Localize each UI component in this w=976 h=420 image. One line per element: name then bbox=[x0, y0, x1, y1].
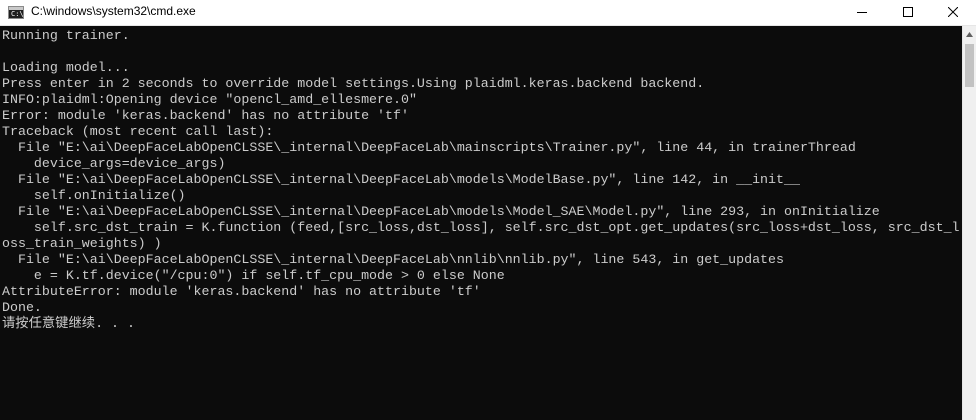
scroll-up-arrow-icon bbox=[966, 32, 973, 37]
close-button[interactable] bbox=[930, 0, 976, 25]
window-title: C:\windows\system32\cmd.exe bbox=[31, 4, 196, 18]
console-line: oss_train_weights) ) bbox=[2, 236, 162, 251]
scroll-thumb[interactable] bbox=[965, 44, 974, 87]
console-line: AttributeError: module 'keras.backend' h… bbox=[2, 284, 481, 299]
minimize-button[interactable] bbox=[839, 0, 885, 25]
console-line: device_args=device_args) bbox=[2, 156, 226, 171]
console-line: Running trainer. bbox=[2, 28, 130, 43]
console-line: e = K.tf.device("/cpu:0") if self.tf_cpu… bbox=[2, 268, 505, 283]
console-line: File "E:\ai\DeepFaceLabOpenCLSSE\_intern… bbox=[2, 252, 784, 267]
console-line: Done. bbox=[2, 300, 42, 315]
console-line: Loading model... bbox=[2, 60, 130, 75]
console-line: INFO:plaidml:Opening device "opencl_amd_… bbox=[2, 92, 417, 107]
close-icon bbox=[948, 7, 958, 17]
console-line: File "E:\ai\DeepFaceLabOpenCLSSE\_intern… bbox=[2, 140, 856, 155]
console-line: File "E:\ai\DeepFaceLabOpenCLSSE\_intern… bbox=[2, 172, 800, 187]
console-line: self.src_dst_train = K.function (feed,[s… bbox=[2, 220, 960, 235]
title-bar[interactable]: C:\ C:\windows\system32\cmd.exe bbox=[0, 0, 976, 26]
console-line: Traceback (most recent call last): bbox=[2, 124, 274, 139]
console-line: Error: module 'keras.backend' has no att… bbox=[2, 108, 409, 123]
maximize-icon bbox=[903, 7, 913, 17]
cmd-window: C:\ C:\windows\system32\cmd.exe Running … bbox=[0, 0, 976, 420]
console-line: File "E:\ai\DeepFaceLabOpenCLSSE\_intern… bbox=[2, 204, 880, 219]
console-output[interactable]: Running trainer. Loading model... Press en… bbox=[0, 26, 962, 420]
maximize-button[interactable] bbox=[885, 0, 931, 25]
cmd-icon: C:\ bbox=[8, 6, 24, 19]
console-line: Press enter in 2 seconds to override mod… bbox=[2, 76, 705, 91]
console-line: 请按任意键继续. . . bbox=[2, 316, 135, 331]
scroll-up-button[interactable] bbox=[963, 26, 976, 43]
console-line: self.onInitialize() bbox=[2, 188, 186, 203]
vertical-scrollbar[interactable] bbox=[962, 26, 976, 420]
minimize-icon bbox=[857, 12, 867, 13]
